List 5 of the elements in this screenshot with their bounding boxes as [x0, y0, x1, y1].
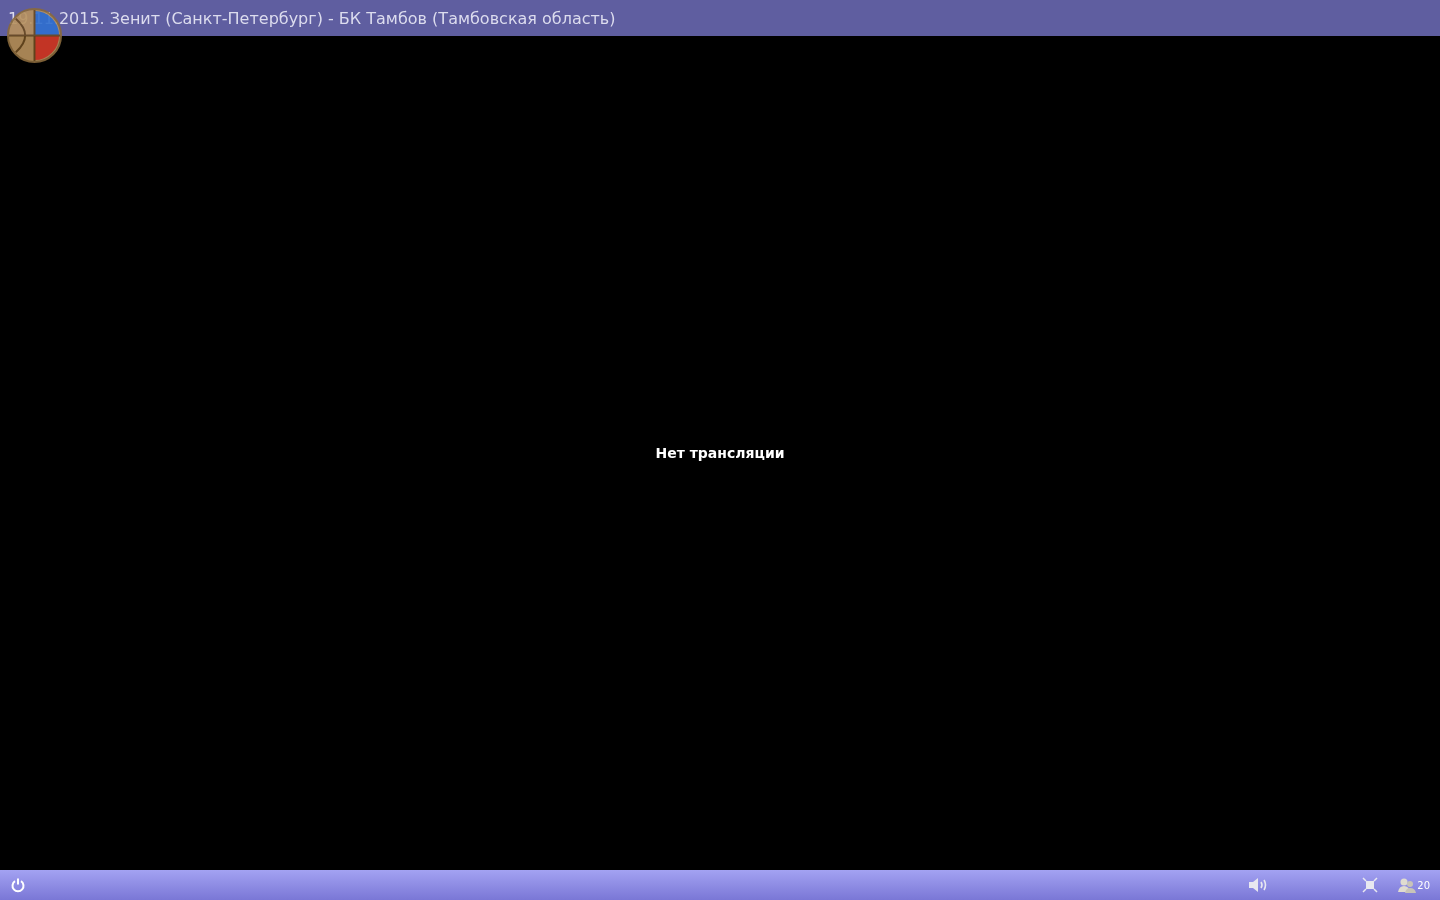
viewer-count: 20 [1417, 879, 1430, 891]
power-icon[interactable] [10, 877, 26, 893]
users-icon [1398, 877, 1417, 893]
no-broadcast-message: Нет трансляции [655, 445, 785, 461]
fullscreen-icon[interactable] [1362, 877, 1379, 893]
